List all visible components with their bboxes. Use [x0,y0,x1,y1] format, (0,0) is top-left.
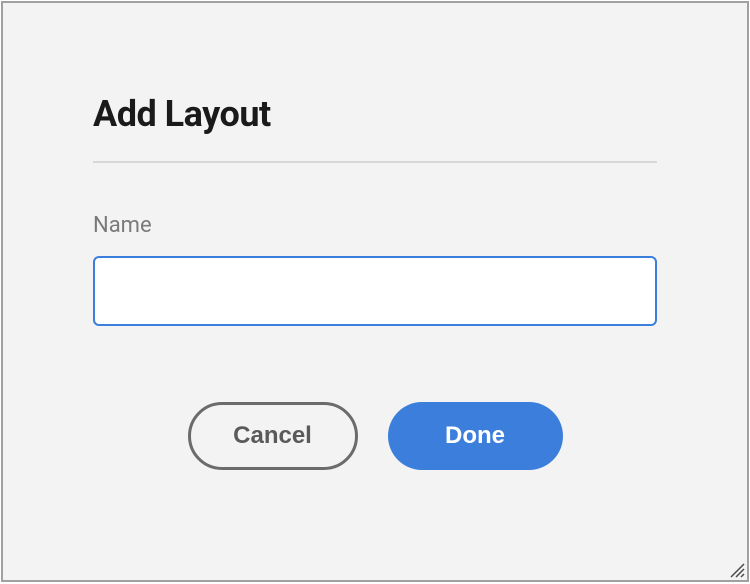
button-row: Cancel Done [93,402,657,470]
dialog-title: Add Layout [93,93,657,135]
cancel-button[interactable]: Cancel [188,402,358,470]
name-input[interactable] [93,256,657,326]
resize-grip-icon[interactable] [727,560,745,578]
add-layout-dialog: Add Layout Name Cancel Done [1,1,749,582]
dialog-content: Add Layout Name Cancel Done [3,3,747,470]
done-button[interactable]: Done [388,402,563,470]
name-label: Name [93,213,657,238]
divider [93,161,657,163]
